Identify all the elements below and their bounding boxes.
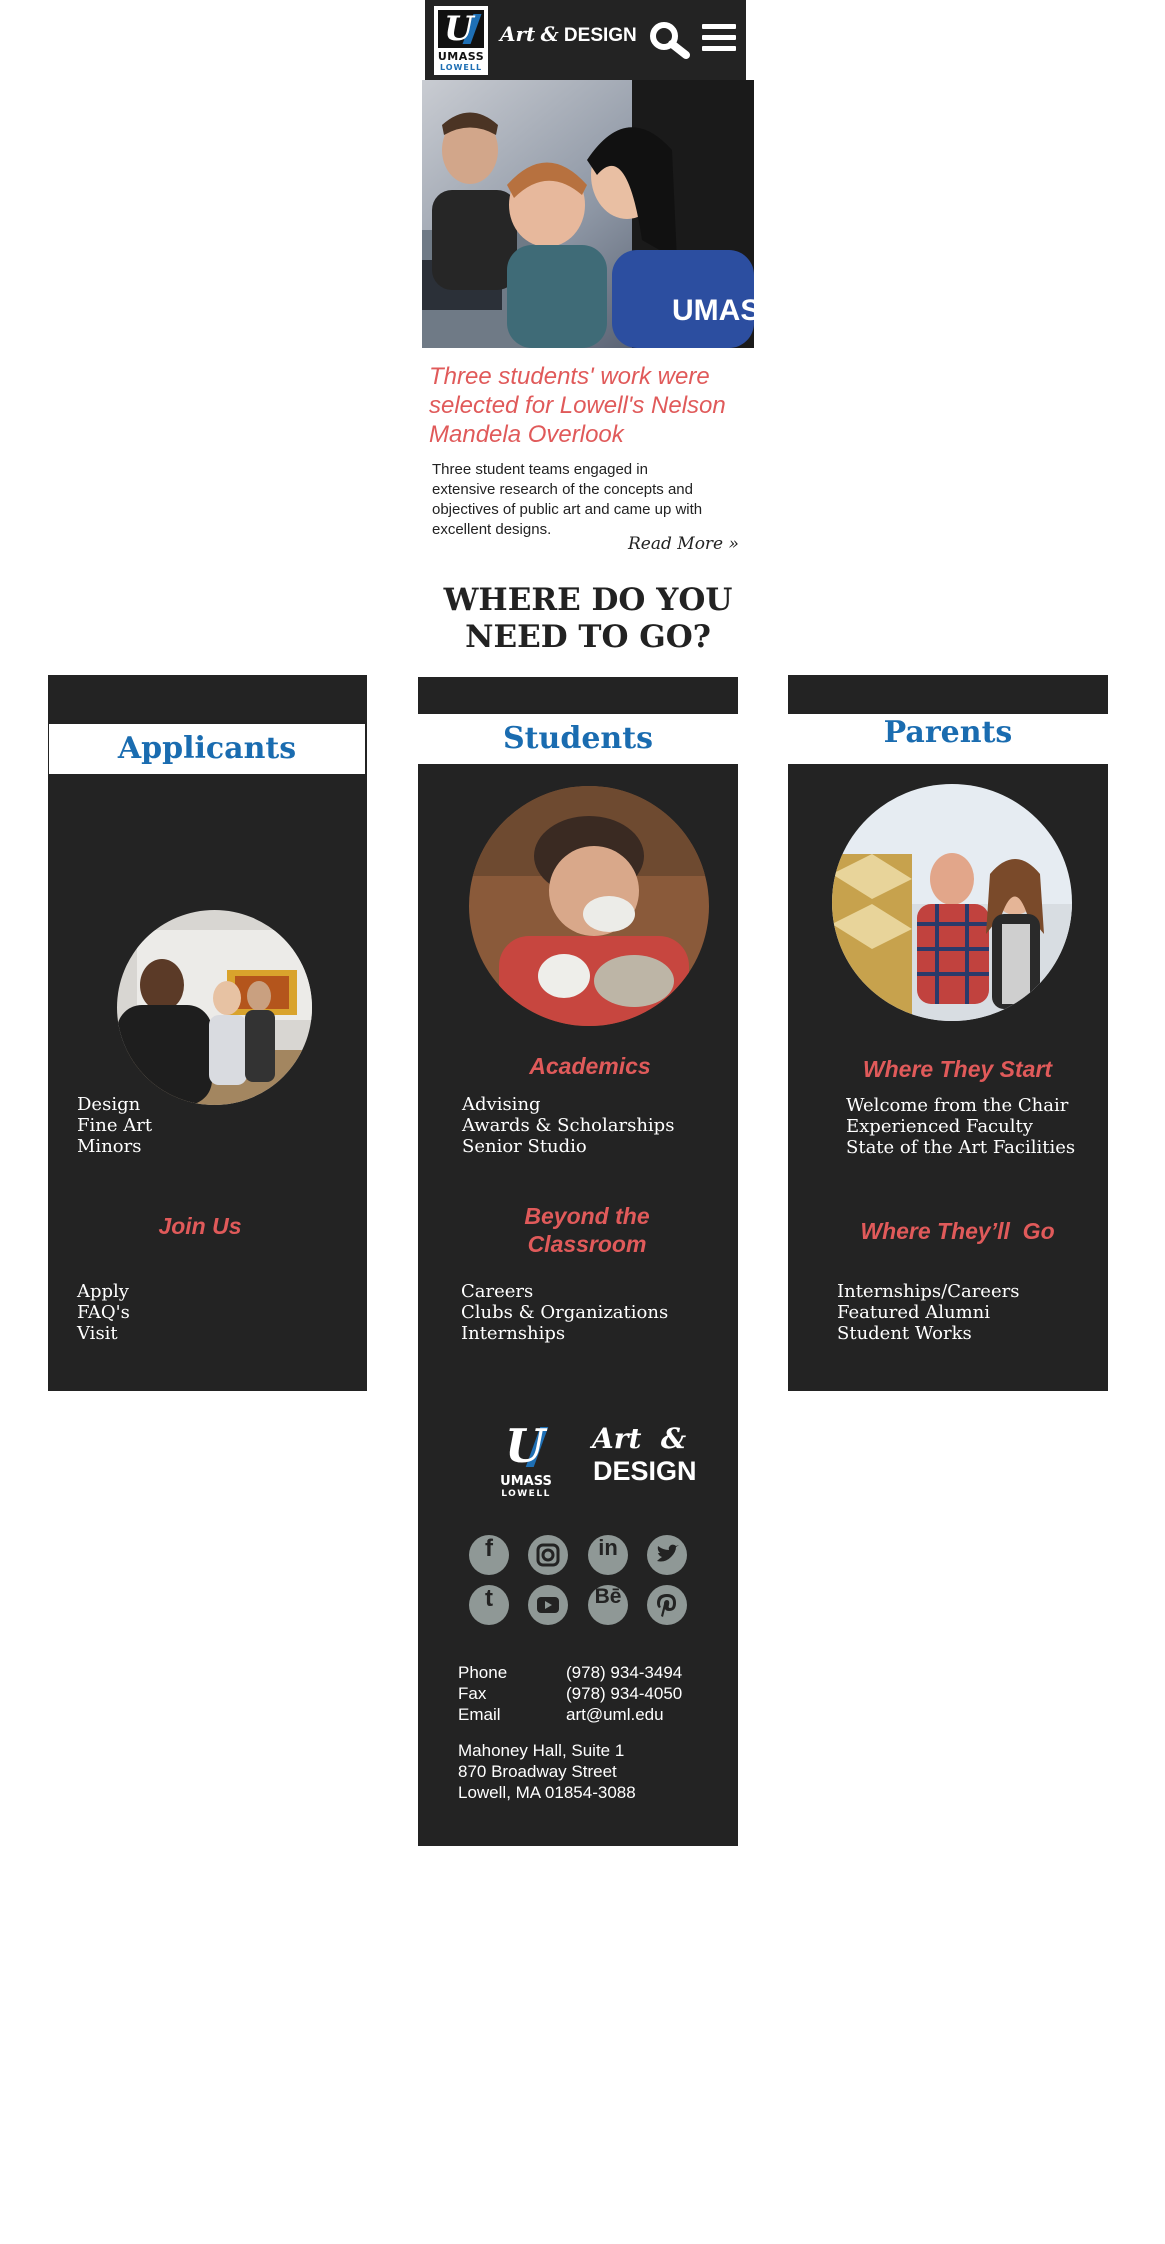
applicants-title[interactable]: Applicants <box>49 724 365 774</box>
students-links-secondary: Careers Clubs & Organizations Internship… <box>461 1281 668 1344</box>
footer-logo-lowell: LOWELL <box>501 1489 551 1499</box>
site-title[interactable]: Art & DESIGN <box>500 22 637 47</box>
beyond-heading-line2: Classroom <box>527 1231 647 1257</box>
link-careers[interactable]: Careers <box>461 1281 668 1302</box>
link-faqs[interactable]: FAQ's <box>77 1302 130 1323</box>
news-headline[interactable]: Three students' work were selected for L… <box>429 362 739 449</box>
link-design[interactable]: Design <box>77 1094 152 1115</box>
parents-links-secondary: Internships/Careers Featured Alumni Stud… <box>837 1281 1019 1344</box>
email-label: Email <box>458 1705 501 1724</box>
link-welcome-chair[interactable]: Welcome from the Chair <box>846 1095 1075 1116</box>
applicants-photo <box>117 910 312 1105</box>
footer-logo-umass: UMASS <box>500 1474 552 1489</box>
students-links-primary: Advising Awards & Scholarships Senior St… <box>462 1094 674 1157</box>
email-link[interactable]: art@uml.edu <box>566 1704 682 1725</box>
link-apply[interactable]: Apply <box>77 1281 130 1302</box>
contact-values: (978) 934-3494 (978) 934-4050 art@uml.ed… <box>566 1662 682 1725</box>
link-fine-art[interactable]: Fine Art <box>77 1115 152 1136</box>
link-minors[interactable]: Minors <box>77 1136 152 1157</box>
facebook-icon[interactable]: f <box>469 1535 509 1575</box>
phone-label: Phone <box>458 1663 508 1682</box>
parents-photo <box>832 784 1072 1021</box>
address-line-2: 870 Broadway Street <box>458 1762 617 1781</box>
link-clubs-organizations[interactable]: Clubs & Organizations <box>461 1302 668 1323</box>
footer-logo-u-mark: U <box>497 1419 555 1473</box>
academics-heading[interactable]: Academics <box>490 1053 690 1080</box>
parents-links-primary: Welcome from the Chair Experienced Facul… <box>846 1095 1075 1158</box>
instagram-icon[interactable] <box>528 1535 568 1575</box>
linkedin-icon[interactable]: in <box>588 1535 628 1575</box>
footer-title-design: DESIGN <box>593 1456 697 1486</box>
news-summary: Three student teams engaged in extensive… <box>432 461 703 538</box>
beyond-classroom-heading[interactable]: Beyond the Classroom <box>487 1202 687 1258</box>
hero-image: UMAS <box>422 80 754 348</box>
search-icon[interactable] <box>648 20 692 60</box>
pinterest-icon[interactable] <box>647 1585 687 1625</box>
where-they-start-heading[interactable]: Where They Start <box>845 1056 1070 1083</box>
students-title[interactable]: Students <box>418 714 738 764</box>
link-internships-careers[interactable]: Internships/Careers <box>837 1281 1019 1302</box>
link-experienced-faculty[interactable]: Experienced Faculty <box>846 1116 1075 1137</box>
youtube-icon[interactable] <box>528 1585 568 1625</box>
logo-umass-text: UMASS <box>437 50 485 63</box>
link-internships[interactable]: Internships <box>461 1323 668 1344</box>
address: Mahoney Hall, Suite 1 870 Broadway Stree… <box>458 1740 636 1803</box>
footer-title-amp: & <box>660 1422 687 1455</box>
site-title-art: Art <box>500 22 536 46</box>
tumblr-icon[interactable]: t <box>469 1585 509 1625</box>
link-featured-alumni[interactable]: Featured Alumni <box>837 1302 1019 1323</box>
link-facilities[interactable]: State of the Art Facilities <box>846 1137 1075 1158</box>
fax-number: (978) 934-4050 <box>566 1684 683 1703</box>
footer-logo[interactable]: U UMASS LOWELL <box>494 1419 558 1499</box>
link-senior-studio[interactable]: Senior Studio <box>462 1136 674 1157</box>
umass-lowell-logo[interactable]: U UMASS LOWELL <box>434 6 488 75</box>
site-title-design: DESIGN <box>563 25 637 46</box>
site-title-amp: & <box>540 22 559 46</box>
link-advising[interactable]: Advising <box>462 1094 674 1115</box>
address-line-3: Lowell, MA 01854-3088 <box>458 1783 636 1802</box>
contact-labels: Phone Fax Email <box>458 1662 507 1725</box>
students-photo <box>469 786 709 1026</box>
join-us-heading[interactable]: Join Us <box>100 1213 300 1240</box>
behance-icon[interactable]: Bē <box>588 1585 628 1625</box>
read-more-link[interactable]: Read More » <box>628 534 739 554</box>
twitter-icon[interactable] <box>647 1535 687 1575</box>
parents-title[interactable]: Parents <box>788 714 1108 764</box>
footer-title-art: Art & <box>592 1422 686 1455</box>
link-student-works[interactable]: Student Works <box>837 1323 1019 1344</box>
fax-label: Fax <box>458 1684 487 1703</box>
phone-number[interactable]: (978) 934-3494 <box>566 1662 682 1683</box>
address-line-1: Mahoney Hall, Suite 1 <box>458 1741 625 1760</box>
logo-lowell-text: LOWELL <box>439 63 483 72</box>
svg-text:UMAS: UMAS <box>672 294 754 327</box>
link-awards-scholarships[interactable]: Awards & Scholarships <box>462 1115 674 1136</box>
hamburger-menu-icon[interactable] <box>702 24 736 54</box>
applicants-links-primary: Design Fine Art Minors <box>77 1094 152 1157</box>
link-visit[interactable]: Visit <box>77 1323 130 1344</box>
applicants-links-secondary: Apply FAQ's Visit <box>77 1281 130 1344</box>
where-heading: WHERE DO YOU NEED TO GO? <box>443 582 733 655</box>
where-they-go-heading[interactable]: Where They’ll Go <box>845 1218 1070 1245</box>
footer-title-art-word: Art <box>592 1422 642 1455</box>
beyond-heading-line1: Beyond the <box>524 1203 650 1229</box>
logo-u-mark: U <box>438 10 484 48</box>
